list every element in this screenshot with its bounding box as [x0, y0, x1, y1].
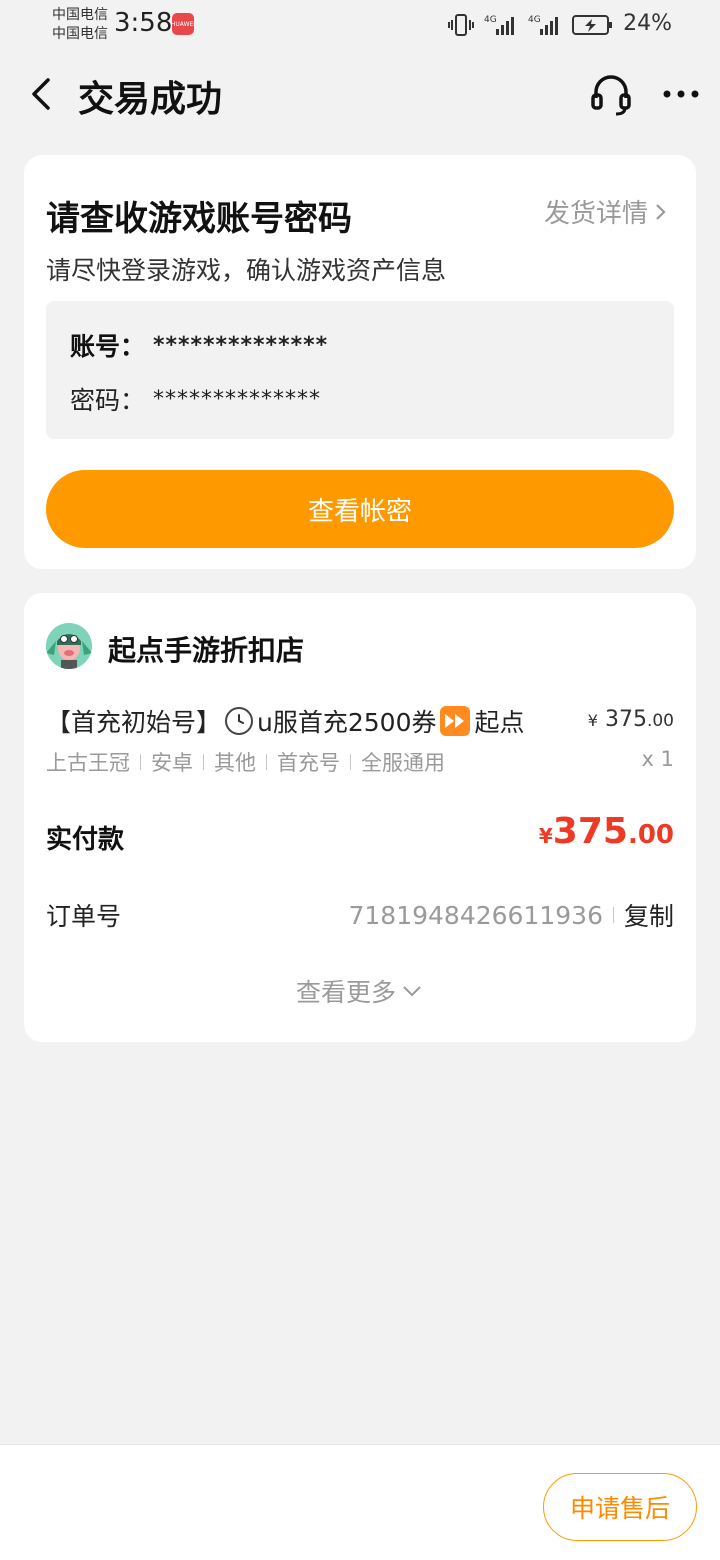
bottom-action-bar: 申请售后 [0, 1444, 720, 1560]
tag-divider [203, 754, 204, 770]
view-credentials-button[interactable]: 查看帐密 [46, 470, 674, 548]
account-label: 账号： [70, 332, 146, 361]
account-card: 请查收游戏账号密码 发货详情 请尽快登录游戏，确认游戏资产信息 账号： ****… [24, 155, 696, 569]
shipping-detail-label: 发货详情 [543, 199, 648, 229]
alarm-clock-icon [225, 707, 254, 735]
product-title[interactable]: 【首充初始号】 u服首充2500券 起点 [46, 703, 525, 739]
password-row: 密码： ************** [70, 381, 321, 417]
signal-icon-1: 4G [484, 15, 514, 35]
product-tag: 上古王冠 [46, 751, 130, 775]
product-quantity: x 1 [641, 747, 674, 771]
battery-icon [572, 15, 612, 35]
product-price-dec: .00 [646, 711, 674, 731]
product-tag: 首充号 [277, 751, 340, 775]
signal-icon-2: 4G [528, 15, 558, 35]
product-title-part3: 起点 [474, 708, 525, 737]
chevron-down-icon [403, 986, 421, 997]
order-number-label: 订单号 [46, 902, 122, 931]
paid-amount: ¥375.00 [539, 811, 674, 852]
nav-bar: 交易成功 [0, 60, 720, 126]
order-number: 7181948426611936 [348, 900, 603, 930]
more-options-icon[interactable] [660, 74, 702, 114]
shop-avatar-image [46, 623, 92, 669]
status-bar: 中国电信 中国电信 3:58 HUAWEI 4G 4G 24% [0, 0, 720, 50]
product-price-int: 375 [604, 707, 647, 732]
net-type-1: 4G [484, 15, 497, 25]
paid-int: 375 [552, 811, 628, 852]
product-price-currency: ¥ [587, 711, 598, 730]
customer-service-icon[interactable] [588, 72, 634, 118]
after-sale-button[interactable]: 申请售后 [543, 1473, 697, 1541]
fast-forward-icon [440, 706, 471, 736]
paid-label: 实付款 [46, 825, 125, 855]
account-value: ************** [153, 332, 329, 358]
paid-dec: .00 [627, 820, 674, 850]
paid-currency: ¥ [538, 824, 553, 848]
copy-button[interactable]: 复制 [624, 897, 674, 933]
tag-divider [266, 754, 267, 770]
status-icons: 4G 4G [448, 12, 614, 38]
credentials-box: 账号： ************** 密码： ************** [46, 301, 674, 439]
net-type-2: 4G [528, 15, 541, 25]
carrier-1: 中国电信 [52, 7, 108, 23]
view-more-button[interactable]: 查看更多 [24, 973, 696, 1009]
account-card-subtitle: 请尽快登录游戏，确认游戏资产信息 [46, 256, 447, 285]
product-tag: 其他 [214, 751, 256, 775]
back-arrow-icon[interactable] [26, 74, 56, 114]
password-label: 密码： [70, 386, 146, 415]
huawei-app-icon: HUAWEI [171, 13, 195, 35]
battery-percent: 24% [623, 11, 672, 36]
shop-avatar[interactable] [46, 623, 92, 669]
shop-name[interactable]: 起点手游折扣店 [108, 629, 304, 669]
tag-divider [350, 754, 351, 770]
order-card: 起点手游折扣店 【首充初始号】 u服首充2500券 起点 ¥ 375.00 上古… [24, 593, 696, 1042]
product-title-part2: u服首充2500券 [257, 708, 437, 737]
product-tag: 全服通用 [361, 751, 445, 775]
shipping-detail-link[interactable]: 发货详情 [544, 193, 668, 230]
carrier-2: 中国电信 [52, 26, 108, 42]
order-number-row: 7181948426611936 复制 [348, 897, 674, 933]
vibrate-icon [448, 14, 474, 36]
account-card-title: 请查收游戏账号密码 [46, 199, 352, 239]
password-value: ************** [153, 386, 322, 412]
product-tags: 上古王冠 安卓 其他 首充号 全服通用 [46, 747, 445, 777]
clock: 3:58 [114, 8, 173, 38]
order-divider [612, 907, 614, 923]
account-row: 账号： ************** [70, 327, 328, 363]
carrier-names: 中国电信 中国电信 [52, 6, 108, 44]
product-tag: 安卓 [151, 751, 193, 775]
tag-divider [140, 754, 141, 770]
view-more-label: 查看更多 [295, 978, 396, 1007]
product-title-part1: 【首充初始号】 [46, 708, 222, 737]
product-price: ¥ 375.00 [588, 707, 674, 732]
chevron-right-icon [656, 203, 666, 220]
page-title: 交易成功 [78, 79, 223, 120]
